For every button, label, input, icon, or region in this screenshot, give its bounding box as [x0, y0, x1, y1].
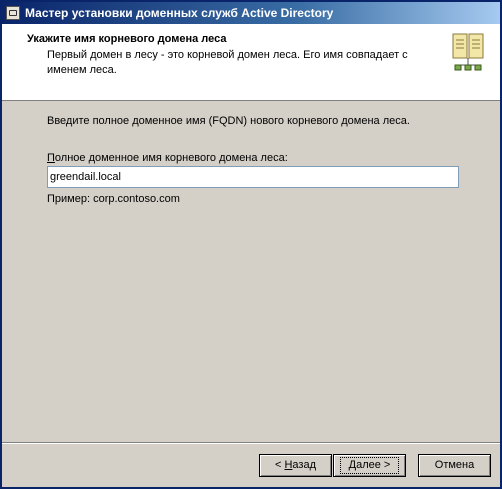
back-button[interactable]: < Назад: [259, 454, 332, 477]
title-bar[interactable]: Мастер установки доменных служб Active D…: [2, 2, 500, 24]
instruction-text: Введите полное доменное имя (FQDN) новог…: [47, 115, 410, 127]
cancel-button[interactable]: Отмена: [418, 454, 491, 477]
fqdn-field-label: Полное доменное имя корневого домена лес…: [47, 152, 288, 164]
directory-book-icon: [452, 33, 484, 71]
next-button-label: алее >: [356, 459, 391, 471]
footer-divider: [2, 442, 500, 444]
fqdn-label-text: олное доменное имя корневого домена леса…: [54, 152, 288, 164]
back-button-label: азад: [292, 459, 316, 471]
next-button-focus: Далее >: [339, 457, 400, 474]
wizard-window: Мастер установки доменных служб Active D…: [0, 0, 502, 489]
page-title: Укажите имя корневого домена леса: [27, 33, 227, 45]
next-button[interactable]: Далее >: [333, 454, 406, 477]
page-subtitle: Первый домен в лесу - это корневой домен…: [47, 49, 408, 76]
wizard-app-icon[interactable]: [6, 6, 20, 20]
wizard-content: Введите полное доменное имя (FQDN) новог…: [2, 101, 500, 442]
fqdn-label-accelerator: П: [47, 152, 55, 164]
window-title: Мастер установки доменных служб Active D…: [25, 6, 334, 20]
wizard-header: Укажите имя корневого домена леса Первый…: [2, 24, 500, 101]
fqdn-input[interactable]: [47, 166, 459, 188]
next-button-accelerator: Д: [348, 459, 357, 471]
example-text: Пример: corp.contoso.com: [47, 193, 180, 205]
